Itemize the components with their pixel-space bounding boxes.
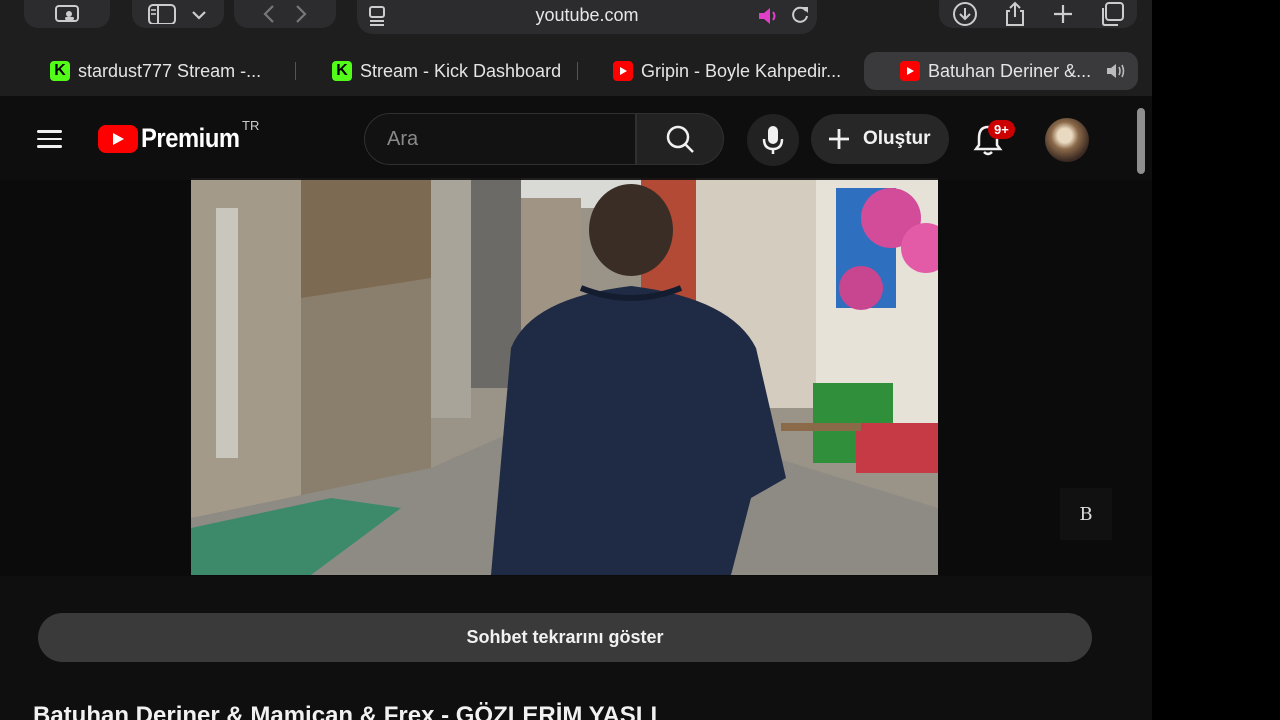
microphone-icon	[762, 126, 784, 154]
kick-icon: K	[332, 61, 352, 81]
sidebar-toggle-button[interactable]	[132, 0, 224, 28]
tab-kick-dashboard[interactable]: K Stream - Kick Dashboard	[332, 52, 561, 90]
tab-bar: K stardust777 Stream -... K Stream - Kic…	[0, 40, 1152, 96]
search-button[interactable]	[636, 113, 724, 165]
video-title: Batuhan Deriner & Mamican & Frex - GÖZLE…	[33, 702, 658, 720]
tab-label: Batuhan Deriner &...	[928, 60, 1092, 81]
plus-icon	[829, 129, 849, 149]
video-player[interactable]	[191, 178, 938, 575]
tab-separator	[577, 62, 578, 80]
scrollbar-thumb[interactable]	[1137, 108, 1145, 174]
tab-label: Gripin - Boyle Kahpedir...	[641, 60, 842, 81]
tab-youtube-gripin[interactable]: Gripin - Boyle Kahpedir...	[613, 52, 841, 90]
tab-separator	[295, 62, 296, 80]
window-icon	[55, 5, 79, 22]
channel-watermark[interactable]: B	[1060, 488, 1112, 540]
navigation-buttons	[234, 0, 336, 28]
url-text: youtube.com	[535, 5, 639, 25]
new-tab-icon[interactable]	[1052, 3, 1074, 25]
kick-icon: K	[50, 61, 70, 81]
window-button[interactable]	[24, 0, 110, 28]
browser-toolbar: youtube.com	[0, 0, 1152, 40]
video-frame-image	[191, 178, 938, 575]
audio-playing-icon[interactable]	[757, 5, 781, 27]
sidebar-icon	[148, 4, 206, 24]
youtube-header: Premium TR Oluştur 9+	[0, 96, 1152, 180]
voice-search-button[interactable]	[747, 114, 799, 166]
youtube-icon	[900, 61, 920, 81]
youtube-icon	[613, 61, 633, 81]
tab-youtube-batuhan[interactable]: Batuhan Deriner &...	[864, 52, 1138, 90]
search-box	[364, 113, 636, 165]
create-label: Oluştur	[863, 128, 931, 149]
download-icon[interactable]	[952, 1, 978, 27]
address-bar[interactable]: youtube.com	[357, 0, 817, 34]
tab-label: stardust777 Stream -...	[78, 60, 262, 81]
right-black-panel	[1152, 0, 1280, 720]
youtube-logo-icon[interactable]	[98, 125, 138, 153]
tab-label: Stream - Kick Dashboard	[360, 60, 562, 81]
notification-badge: 9+	[988, 120, 1015, 139]
reload-icon[interactable]	[789, 4, 811, 26]
share-icon[interactable]	[1003, 1, 1027, 27]
back-icon[interactable]	[245, 3, 285, 25]
avatar[interactable]	[1045, 118, 1089, 162]
youtube-logo-text[interactable]: Premium	[141, 123, 240, 154]
menu-icon[interactable]	[37, 130, 62, 148]
create-button[interactable]: Oluştur	[811, 114, 949, 164]
tab-overview-icon[interactable]	[1099, 1, 1125, 27]
search-input[interactable]	[365, 114, 635, 164]
toolbar-right-group	[939, 0, 1137, 28]
tab-kick-stream[interactable]: K stardust777 Stream -...	[50, 52, 261, 90]
search-icon	[666, 125, 694, 153]
tab-audio-icon[interactable]	[1105, 62, 1127, 80]
country-code: TR	[242, 118, 260, 133]
show-chat-replay-button[interactable]: Sohbet tekrarını göster	[38, 613, 1092, 662]
forward-icon[interactable]	[285, 3, 325, 25]
